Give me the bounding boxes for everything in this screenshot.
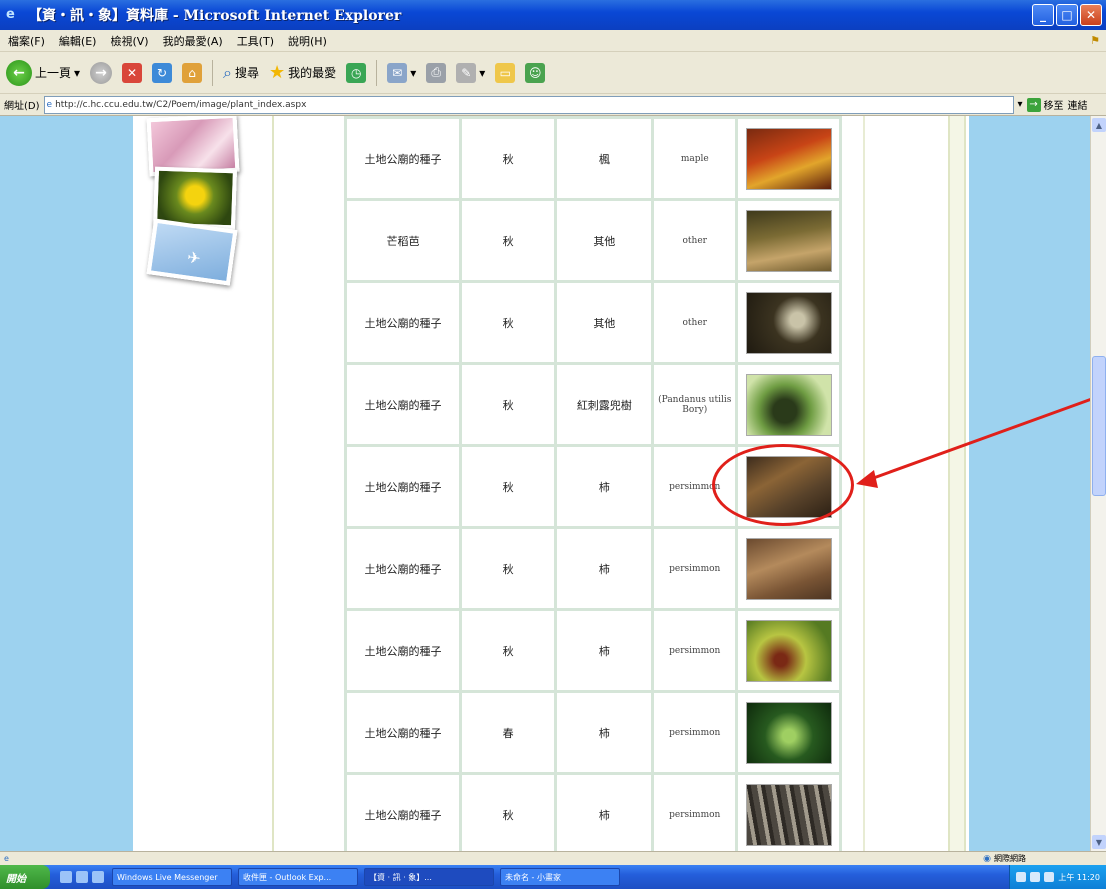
system-tray: 上午 11:20	[1009, 865, 1106, 889]
quick-launch	[60, 871, 104, 883]
zone-label: 網際網路	[994, 854, 1026, 863]
scroll-up-icon[interactable]: ▲	[1092, 118, 1106, 132]
tray-lang-icon[interactable]	[1016, 872, 1027, 882]
annotation-arrow	[856, 394, 1101, 488]
globe-icon: ◉	[983, 853, 991, 864]
scroll-down-icon[interactable]: ▼	[1092, 835, 1106, 849]
tray-volume-icon[interactable]	[1044, 872, 1055, 882]
page-done-icon: e	[4, 854, 9, 863]
task-paint[interactable]: 未命名 - 小畫家	[500, 868, 620, 886]
clock: 上午 11:20	[1058, 872, 1100, 882]
quicklaunch-desktop-icon[interactable]	[60, 871, 72, 883]
task-outlook[interactable]: 收件匣 - Outlook Exp...	[238, 868, 358, 886]
taskbar: 開始 Windows Live Messenger 收件匣 - Outlook …	[0, 865, 1106, 889]
vertical-scrollbar[interactable]: ▲ ▼	[1090, 116, 1106, 851]
scroll-thumb[interactable]	[1092, 356, 1106, 496]
tray-network-icon[interactable]	[1030, 872, 1041, 882]
task-messenger[interactable]: Windows Live Messenger	[112, 868, 232, 886]
security-zone: ◉ 網際網路	[983, 853, 1026, 864]
start-button[interactable]: 開始	[0, 865, 50, 889]
status-bar: e ◉ 網際網路	[0, 851, 1106, 865]
quicklaunch-media-icon[interactable]	[92, 871, 104, 883]
task-ie[interactable]: 【資 · 訊 · 象】...	[364, 868, 494, 886]
quicklaunch-ie-icon[interactable]	[76, 871, 88, 883]
